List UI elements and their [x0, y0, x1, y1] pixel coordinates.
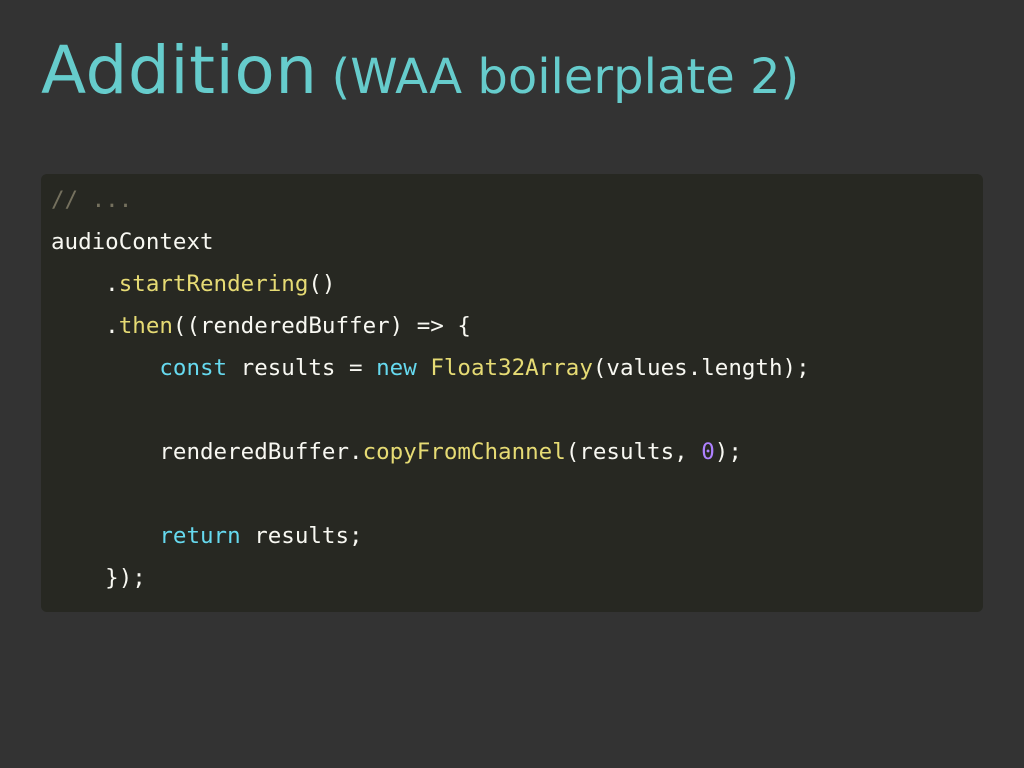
code-token-plain: (results, — [565, 439, 702, 465]
code-token-keyword: const — [159, 355, 228, 381]
code-token-keyword: return — [159, 523, 241, 549]
code-line: }); — [51, 557, 983, 599]
code-token-plain: ); — [714, 439, 742, 465]
code-token-number: 0 — [701, 439, 715, 465]
code-line: .then((renderedBuffer) => { — [51, 305, 983, 347]
code-token-func: startRendering — [118, 271, 309, 297]
code-token-func: copyFromChannel — [362, 439, 566, 465]
code-token-plain: ((renderedBuffer) => { — [172, 313, 471, 339]
code-token-plain: renderedBuffer. — [51, 439, 363, 465]
slide-title-main: Addition — [41, 32, 318, 109]
code-token-plain: }); — [51, 565, 146, 591]
code-token-plain: () — [308, 271, 336, 297]
code-token-plain: (values.length); — [592, 355, 810, 381]
code-token-plain: audioContext — [51, 229, 214, 255]
code-token-plain: results; — [240, 523, 363, 549]
code-token-func: Float32Array — [430, 355, 593, 381]
code-token-plain: . — [51, 271, 119, 297]
code-block: // ... audioContext .startRendering() .th… — [41, 174, 983, 612]
code-token-func: then — [118, 313, 173, 339]
code-token-plain: . — [51, 313, 119, 339]
code-line: const results = new Float32Array(values.… — [51, 347, 983, 389]
code-line: .startRendering() — [51, 263, 983, 305]
slide-title: Addition (WAA boilerplate 2) — [41, 38, 799, 104]
code-token-comment: // ... — [51, 187, 133, 213]
code-line: return results; — [51, 515, 983, 557]
slide-title-subtitle: (WAA boilerplate 2) — [331, 49, 800, 105]
code-token-keyword: new — [376, 355, 417, 381]
code-token-plain: results = — [227, 355, 377, 381]
code-line: audioContext — [51, 221, 983, 263]
code-line: // ... — [51, 179, 983, 221]
code-line: renderedBuffer.copyFromChannel(results, … — [51, 431, 983, 473]
